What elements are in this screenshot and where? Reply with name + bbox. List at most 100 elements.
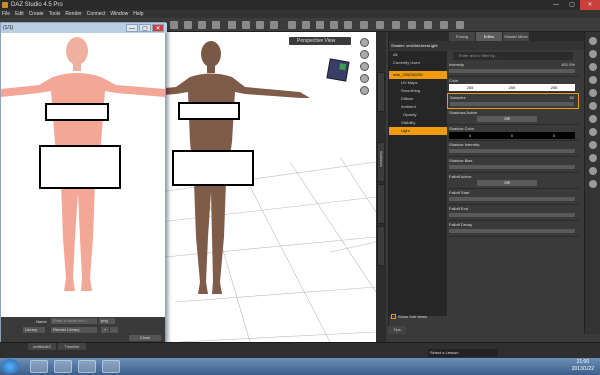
frame-icon[interactable] (456, 21, 464, 29)
color-b[interactable]: 255 (533, 84, 575, 91)
tree-item-all[interactable]: All (389, 51, 447, 59)
render-settings-icon[interactable] (408, 21, 416, 29)
dialog-close-button[interactable]: Close (129, 335, 161, 341)
start-button-icon[interactable] (1, 359, 19, 374)
show-sub-items[interactable]: Show Sub Items (391, 314, 427, 319)
format-select[interactable]: png (99, 318, 115, 324)
prop-shadow-bias[interactable]: Shadow Bias (447, 157, 579, 173)
scene-icon[interactable] (588, 63, 597, 71)
cameras-icon[interactable] (588, 115, 597, 123)
universal-tool-icon[interactable] (256, 21, 264, 29)
menu-connect[interactable]: Connect (87, 11, 106, 17)
shaping-icon[interactable] (588, 154, 597, 162)
menu-create[interactable]: Create (29, 11, 44, 17)
node-select-icon[interactable] (242, 21, 250, 29)
tool-settings-icon[interactable] (588, 141, 597, 149)
shadow-color-g[interactable]: 0 (491, 132, 533, 139)
translate-tool-icon[interactable] (212, 21, 220, 29)
camera-icon[interactable] (440, 21, 448, 29)
tree-item-uv-maps[interactable]: UV Maps (389, 79, 447, 87)
show-sub-items-checkbox[interactable] (391, 314, 396, 319)
shadow-color-b[interactable]: 0 (533, 132, 575, 139)
menu-file[interactable]: File (2, 11, 10, 17)
orbit-icon[interactable] (360, 50, 369, 59)
library-select[interactable]: Library (23, 327, 45, 333)
menu-window[interactable]: Window (110, 11, 128, 17)
tree-item-diffuse[interactable]: Diffuse (389, 95, 447, 103)
menu-edit[interactable]: Edit (15, 11, 24, 17)
tab-posing[interactable]: Posing (449, 32, 475, 41)
scale-tool-icon[interactable] (184, 21, 192, 29)
joint-tool-icon[interactable] (270, 21, 278, 29)
add-button[interactable]: + (101, 327, 109, 333)
render-maximize-button[interactable]: ▢ (139, 24, 151, 32)
prop-falloff-start[interactable]: Falloff Start (447, 189, 579, 205)
chrome-taskbar-icon[interactable] (54, 360, 72, 373)
render-settings-icon[interactable] (588, 128, 597, 136)
shadow-color-values[interactable]: 0 0 0 (449, 132, 575, 139)
timeline-icon[interactable] (588, 180, 597, 188)
falloff-start-slider[interactable] (449, 197, 575, 201)
render-icon[interactable] (424, 21, 432, 29)
geometry-tool-icon[interactable] (288, 21, 296, 29)
system-clock[interactable]: 21:00 2013/1/22 (572, 359, 594, 373)
tab-side-3[interactable] (377, 226, 385, 266)
tree-item-wire[interactable]: wire_255255255 (389, 71, 447, 79)
minimize-button[interactable]: — (548, 0, 564, 10)
camera-tool-icon[interactable] (316, 21, 324, 29)
prop-color[interactable]: Color 255 255 255 (447, 77, 579, 93)
draw-style-icon[interactable] (360, 38, 369, 47)
remove-button[interactable]: - (110, 327, 118, 333)
view-selector[interactable]: Perspective View (289, 37, 351, 45)
tree-item-opacity[interactable]: Opacity (389, 111, 447, 119)
prop-shadow-intensity[interactable]: Shadow Intensity (447, 141, 579, 157)
tips-tab[interactable]: Tips (388, 326, 406, 334)
explorer-taskbar-icon[interactable] (30, 360, 48, 373)
folder-taskbar-icon[interactable] (102, 360, 120, 373)
filter-input[interactable]: Enter text to filter by... (453, 52, 573, 60)
pose-tool-icon[interactable] (392, 21, 400, 29)
view-cube-icon[interactable] (326, 58, 350, 82)
prop-falloff-end[interactable]: Falloff End (447, 205, 579, 221)
lights-icon[interactable] (588, 102, 597, 110)
surface-tool-icon[interactable] (302, 21, 310, 29)
menu-render[interactable]: Render (65, 11, 81, 17)
smart-content-icon[interactable] (588, 50, 597, 58)
surfaces-icon[interactable] (588, 89, 597, 97)
maximize-button[interactable]: ▢ (564, 0, 580, 10)
daz-taskbar-icon[interactable] (78, 360, 96, 373)
shadows-toggle[interactable]: Off (477, 116, 537, 122)
lesson-select[interactable]: Select a Lesson (428, 349, 498, 357)
tab-omblade2[interactable]: omBlade2 (28, 343, 56, 350)
color-r[interactable]: 255 (449, 84, 491, 91)
posing-icon[interactable] (588, 167, 597, 175)
frame-all-icon[interactable] (360, 86, 369, 95)
samples-slider[interactable] (450, 102, 574, 106)
fire-tool-icon[interactable] (330, 21, 338, 29)
close-window-button[interactable]: ✕ (580, 0, 600, 10)
tree-item-currently-used[interactable]: Currently Used (389, 59, 447, 67)
color-values[interactable]: 255 255 255 (449, 84, 575, 91)
tab-shader-mixer[interactable]: Shader Mixer (503, 32, 529, 41)
prop-shadows-active[interactable]: Shadows Active Off (447, 109, 579, 125)
intensity-slider[interactable] (449, 69, 575, 73)
tab-side-1[interactable] (377, 72, 385, 112)
prop-intensity[interactable]: Intensity 401.0% (447, 61, 579, 77)
render-close-button[interactable]: ✕ (152, 24, 164, 32)
render-minimize-button[interactable]: — (126, 24, 138, 32)
shadow-color-r[interactable]: 0 (449, 132, 491, 139)
tab-surfaces[interactable]: Surfaces (377, 142, 385, 182)
shadow-intensity-slider[interactable] (449, 149, 575, 153)
pointer-tool-icon[interactable] (228, 21, 236, 29)
tree-item-light[interactable]: Light (389, 127, 447, 135)
tab-timeline[interactable]: Timeline (58, 343, 86, 350)
prop-samples[interactable]: Samples 50 (447, 93, 579, 109)
menu-tools[interactable]: Tools (49, 11, 61, 17)
spot-tool-icon[interactable] (344, 21, 352, 29)
falloff-decay-slider[interactable] (449, 229, 575, 233)
tab-side-2[interactable] (377, 184, 385, 224)
name-input[interactable]: Enter a name for t... (51, 318, 97, 324)
rotate-tool-icon[interactable] (198, 21, 206, 29)
render-library-select[interactable]: Render Library (51, 327, 97, 333)
falloff-toggle[interactable]: Off (477, 180, 537, 186)
